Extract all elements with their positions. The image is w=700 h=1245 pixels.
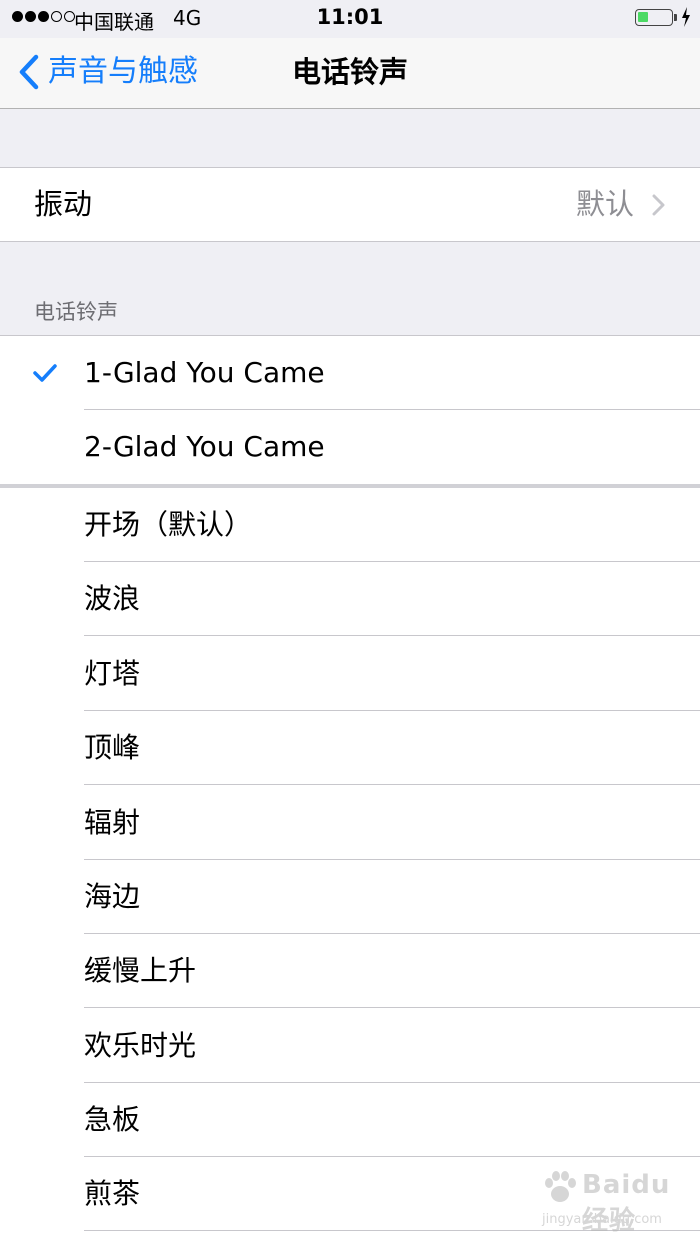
ringtone-label: 欢乐时光	[84, 1029, 197, 1062]
vibration-label: 振动	[34, 187, 93, 221]
ringtone-row[interactable]: 1-Glad You Came	[0, 336, 700, 410]
ringtone-label: 1-Glad You Came	[84, 356, 325, 389]
row-divider	[84, 635, 700, 636]
baidu-watermark: Baidu经验 jingyan.baidu.com	[540, 1168, 690, 1236]
paw-logo-icon	[545, 1171, 576, 1202]
section-header: 电话铃声	[34, 300, 118, 324]
vibration-cell[interactable]: 振动 默认	[0, 167, 700, 242]
ringtone-row[interactable]: 开场（默认）	[0, 488, 700, 562]
checkmark-icon	[33, 364, 57, 382]
ringtone-list: 1-Glad You Came 2-Glad You Came 开场（默认） 波…	[0, 335, 700, 1245]
ringtone-row[interactable]: 2-Glad You Came	[0, 410, 700, 484]
navigation-bar: 声音与触感 电话铃声	[0, 38, 700, 109]
ringtone-label: 急板	[84, 1103, 141, 1136]
ringtone-label: 顶峰	[84, 731, 141, 764]
ringtone-row[interactable]: 海边	[0, 860, 700, 934]
ringtone-label: 灯塔	[84, 657, 141, 690]
ringtone-row[interactable]: 急板	[0, 1083, 700, 1157]
ringtone-row[interactable]: 欢乐时光	[0, 1009, 700, 1083]
charging-bolt-icon	[682, 7, 690, 27]
battery-icon	[635, 9, 673, 26]
ringtone-row[interactable]: 顶峰	[0, 711, 700, 785]
chevron-right-icon	[652, 194, 665, 216]
ringtone-label: 煎茶	[84, 1177, 141, 1210]
row-divider	[84, 1007, 700, 1008]
ringtone-label: 波浪	[84, 582, 141, 615]
ringtone-label: 2-Glad You Came	[84, 430, 325, 463]
battery-cap	[674, 14, 677, 21]
ringtone-row[interactable]: 缓慢上升	[0, 934, 700, 1008]
ringtone-row[interactable]: 波浪	[0, 562, 700, 636]
status-time: 11:01	[316, 5, 384, 29]
ringtone-label: 开场（默认）	[84, 508, 253, 541]
page-title: 电话铃声	[291, 55, 408, 89]
row-divider	[84, 784, 700, 785]
ringtone-label: 海边	[84, 880, 141, 913]
ringtone-label: 缓慢上升	[84, 954, 197, 987]
vibration-value: 默认	[575, 187, 634, 221]
watermark-subtext: jingyan.baidu.com	[542, 1212, 662, 1227]
ringtone-label: 辐射	[84, 806, 141, 839]
ringtone-row[interactable]: 辐射	[0, 786, 700, 860]
status-bar: 中国联通 4G 11:01	[0, 0, 700, 38]
ringtone-row[interactable]: 灯塔	[0, 637, 700, 711]
